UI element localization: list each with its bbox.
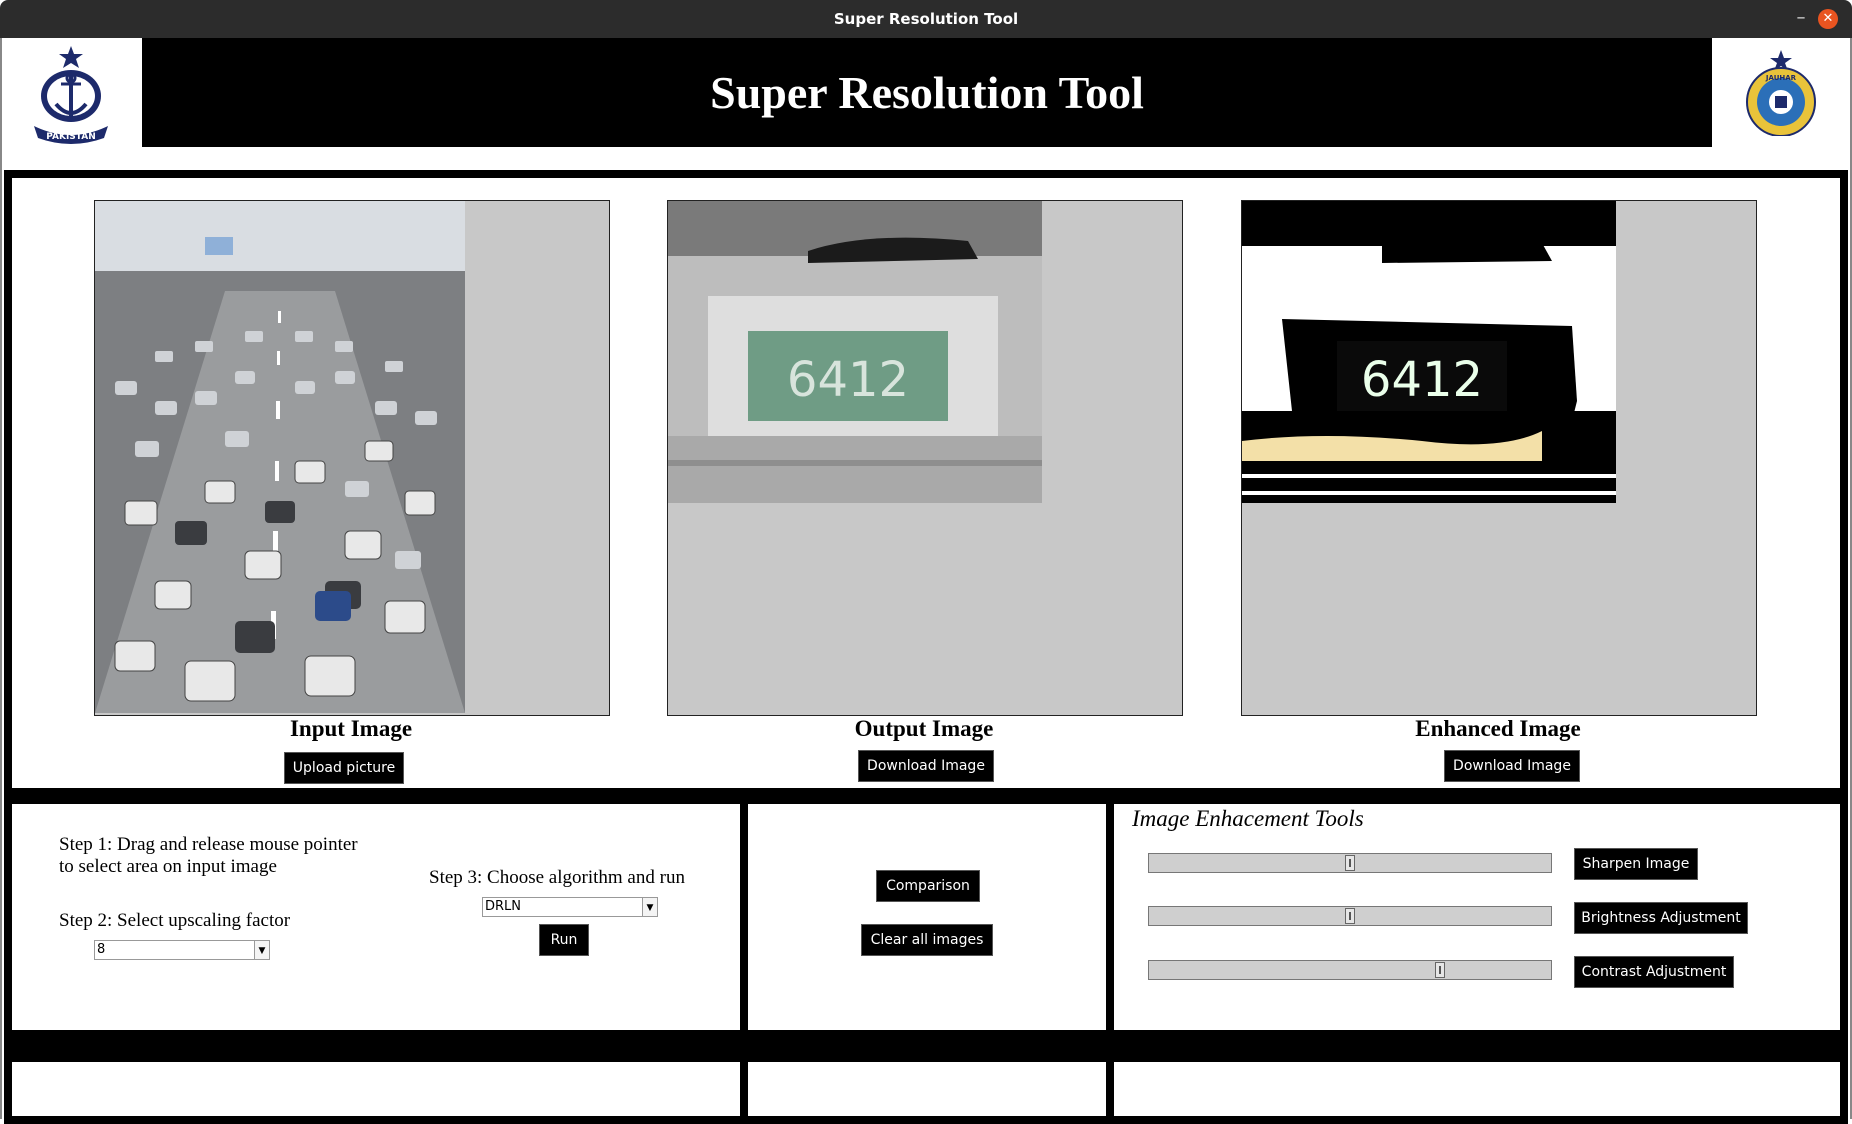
brightness-slider-thumb[interactable] [1345, 908, 1355, 924]
step1-text: Step 1: Drag and release mouse pointer [59, 834, 358, 855]
clear-all-images-button[interactable]: Clear all images [861, 924, 993, 956]
lower-panel-right [1106, 1054, 1848, 1124]
enhancement-tools-title: Image Enhacement Tools [1132, 806, 1364, 831]
sharpen-slider-thumb[interactable] [1345, 855, 1355, 871]
header-banner: Super Resolution Tool [142, 38, 1712, 147]
minimize-button[interactable]: – [1788, 6, 1814, 32]
svg-text:6412: 6412 [787, 352, 909, 408]
window-title: Super Resolution Tool [833, 10, 1019, 28]
step2-text: Step 2: Select upscaling factor [59, 910, 291, 931]
contrast-slider[interactable] [1148, 960, 1552, 980]
chevron-down-icon[interactable]: ▼ [642, 898, 657, 916]
download-output-button[interactable]: Download Image [858, 750, 994, 782]
input-image-caption: Input Image [289, 716, 413, 741]
output-plate-image: 6412 [668, 201, 1042, 503]
algorithm-value: DRLN [485, 899, 522, 914]
enhanced-image-caption: Enhanced Image [1415, 716, 1581, 741]
jauhar-logo-right: JAUHAR [1740, 48, 1822, 137]
enhanced-plate-image: 6412 [1242, 201, 1616, 503]
close-button[interactable]: ✕ [1818, 9, 1838, 29]
lower-panel-middle [740, 1054, 1114, 1124]
sharpen-image-button[interactable]: Sharpen Image [1574, 848, 1698, 880]
output-image-canvas[interactable]: 6412 [667, 200, 1183, 716]
contrast-adjustment-button[interactable]: Contrast Adjustment [1574, 956, 1734, 988]
upscaling-factor-select[interactable]: 8 ▼ [94, 940, 270, 960]
upload-picture-button[interactable]: Upload picture [284, 752, 404, 784]
brightness-adjustment-button[interactable]: Brightness Adjustment [1574, 902, 1748, 934]
algorithm-select[interactable]: DRLN ▼ [482, 897, 658, 917]
brightness-slider[interactable] [1148, 906, 1552, 926]
navy-logo-left: PAKISTAN [30, 42, 112, 146]
window-titlebar[interactable]: Super Resolution Tool [0, 0, 1852, 38]
actions-panel [740, 796, 1114, 1038]
traffic-photo [95, 201, 465, 713]
upscaling-factor-value: 8 [97, 942, 106, 957]
comparison-button[interactable]: Comparison [876, 870, 980, 902]
contrast-slider-thumb[interactable] [1435, 962, 1445, 978]
sharpen-slider[interactable] [1148, 853, 1552, 873]
chevron-down-icon[interactable]: ▼ [254, 941, 269, 959]
step1-text-line2: to select area on input image [59, 856, 277, 877]
app-title: Super Resolution Tool [710, 67, 1144, 118]
svg-text:6412: 6412 [1361, 352, 1483, 408]
input-image-canvas[interactable] [94, 200, 610, 716]
svg-text:PAKISTAN: PAKISTAN [46, 132, 95, 142]
enhanced-image-canvas[interactable]: 6412 [1241, 200, 1757, 716]
lower-panel-left [4, 1054, 748, 1124]
step3-text: Step 3: Choose algorithm and run [429, 867, 685, 888]
download-enhanced-button[interactable]: Download Image [1444, 750, 1580, 782]
run-button[interactable]: Run [539, 924, 589, 956]
svg-text:JAUHAR: JAUHAR [1765, 74, 1797, 82]
output-image-caption: Output Image [854, 716, 994, 741]
